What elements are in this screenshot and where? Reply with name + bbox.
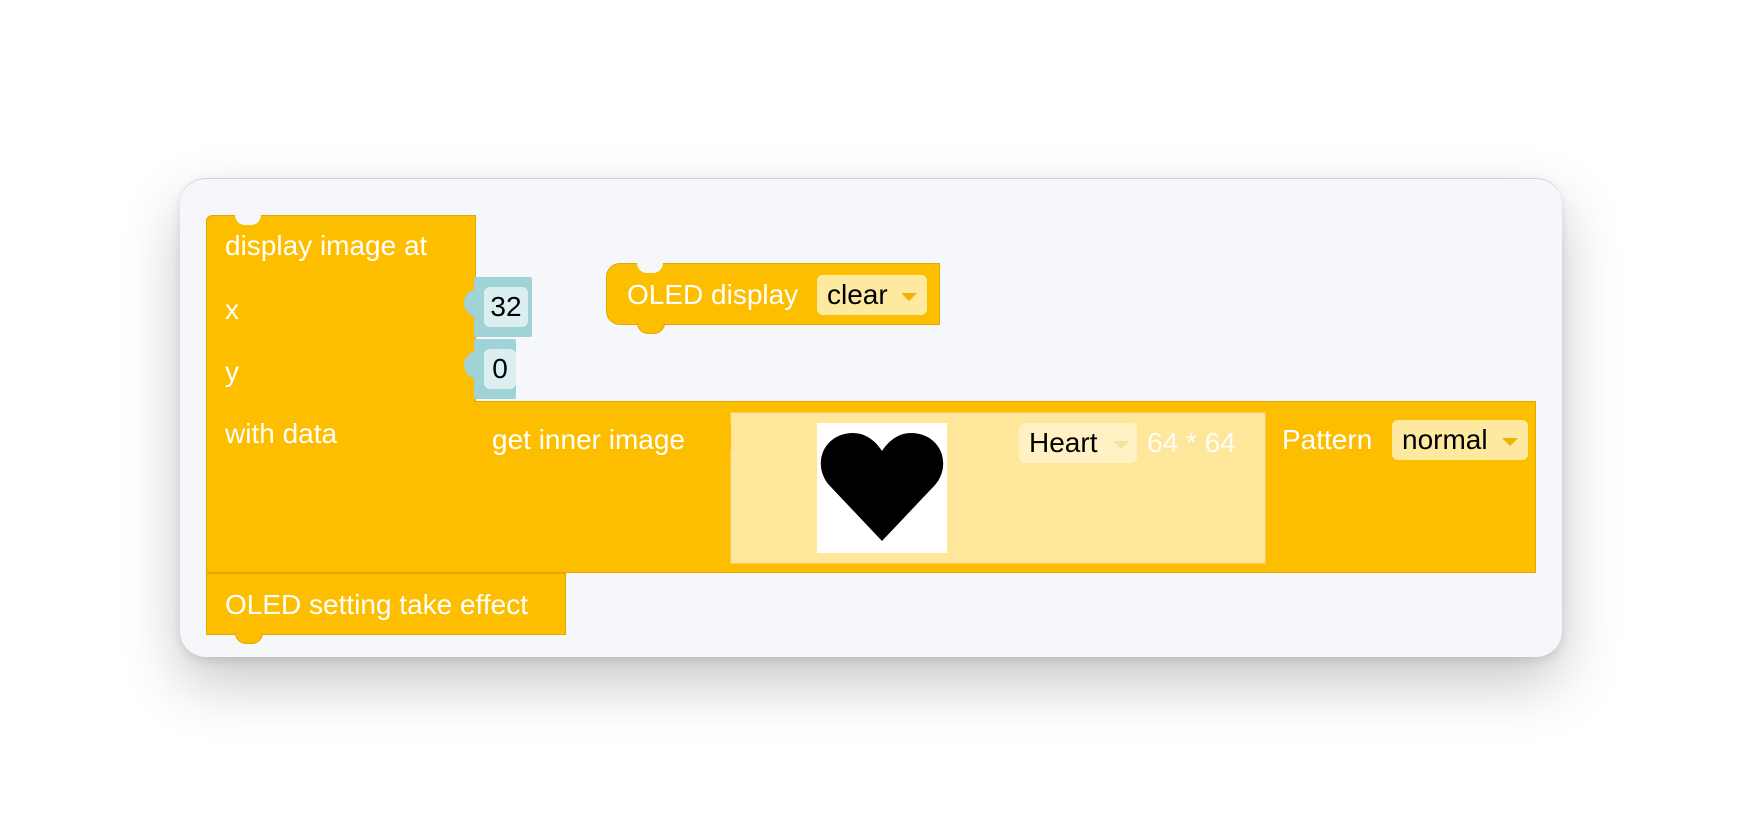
x-label: x [225, 294, 239, 325]
x-number-block[interactable]: 32 [464, 277, 532, 337]
with-data-label: with data [225, 418, 338, 449]
chevron-down-icon [1502, 438, 1518, 446]
pattern-label: Pattern [1282, 424, 1373, 455]
oled-mode-value: clear [827, 279, 888, 310]
blocks-workspace[interactable]: display image at x y with data 32 0 get … [180, 178, 1562, 657]
chevron-down-icon [901, 293, 917, 301]
oled-display-block[interactable]: OLED display clear [606, 263, 940, 334]
x-value-field[interactable]: 32 [484, 287, 528, 327]
display-image-block[interactable]: display image at x y with data [206, 215, 476, 573]
get-inner-image-label: get inner image [492, 424, 686, 455]
image-name-value: Heart [1029, 427, 1098, 458]
oled-mode-dropdown[interactable]: clear [817, 275, 927, 315]
oled-take-effect-label: OLED setting take effect [225, 589, 528, 620]
display-image-title: display image at [225, 230, 428, 261]
heart-image-preview [817, 423, 947, 553]
oled-take-effect-block[interactable]: OLED setting take effect [206, 573, 566, 644]
chevron-down-icon [1113, 441, 1129, 449]
pattern-value: normal [1402, 424, 1488, 455]
y-number-block[interactable]: 0 [464, 339, 516, 399]
pattern-dropdown[interactable]: normal [1392, 420, 1528, 460]
heart-icon [820, 432, 944, 541]
oled-display-label: OLED display [627, 279, 799, 310]
y-value-field[interactable]: 0 [484, 349, 516, 389]
image-size-label: 64 * 64 [1147, 427, 1236, 458]
image-selector-panel[interactable]: Heart 64 * 64 [717, 412, 1266, 564]
image-name-dropdown[interactable]: Heart [1019, 423, 1137, 463]
y-label: y [225, 356, 239, 387]
get-inner-image-block[interactable]: get inner image Heart 64 * 64 Pattern no… [464, 401, 1536, 573]
